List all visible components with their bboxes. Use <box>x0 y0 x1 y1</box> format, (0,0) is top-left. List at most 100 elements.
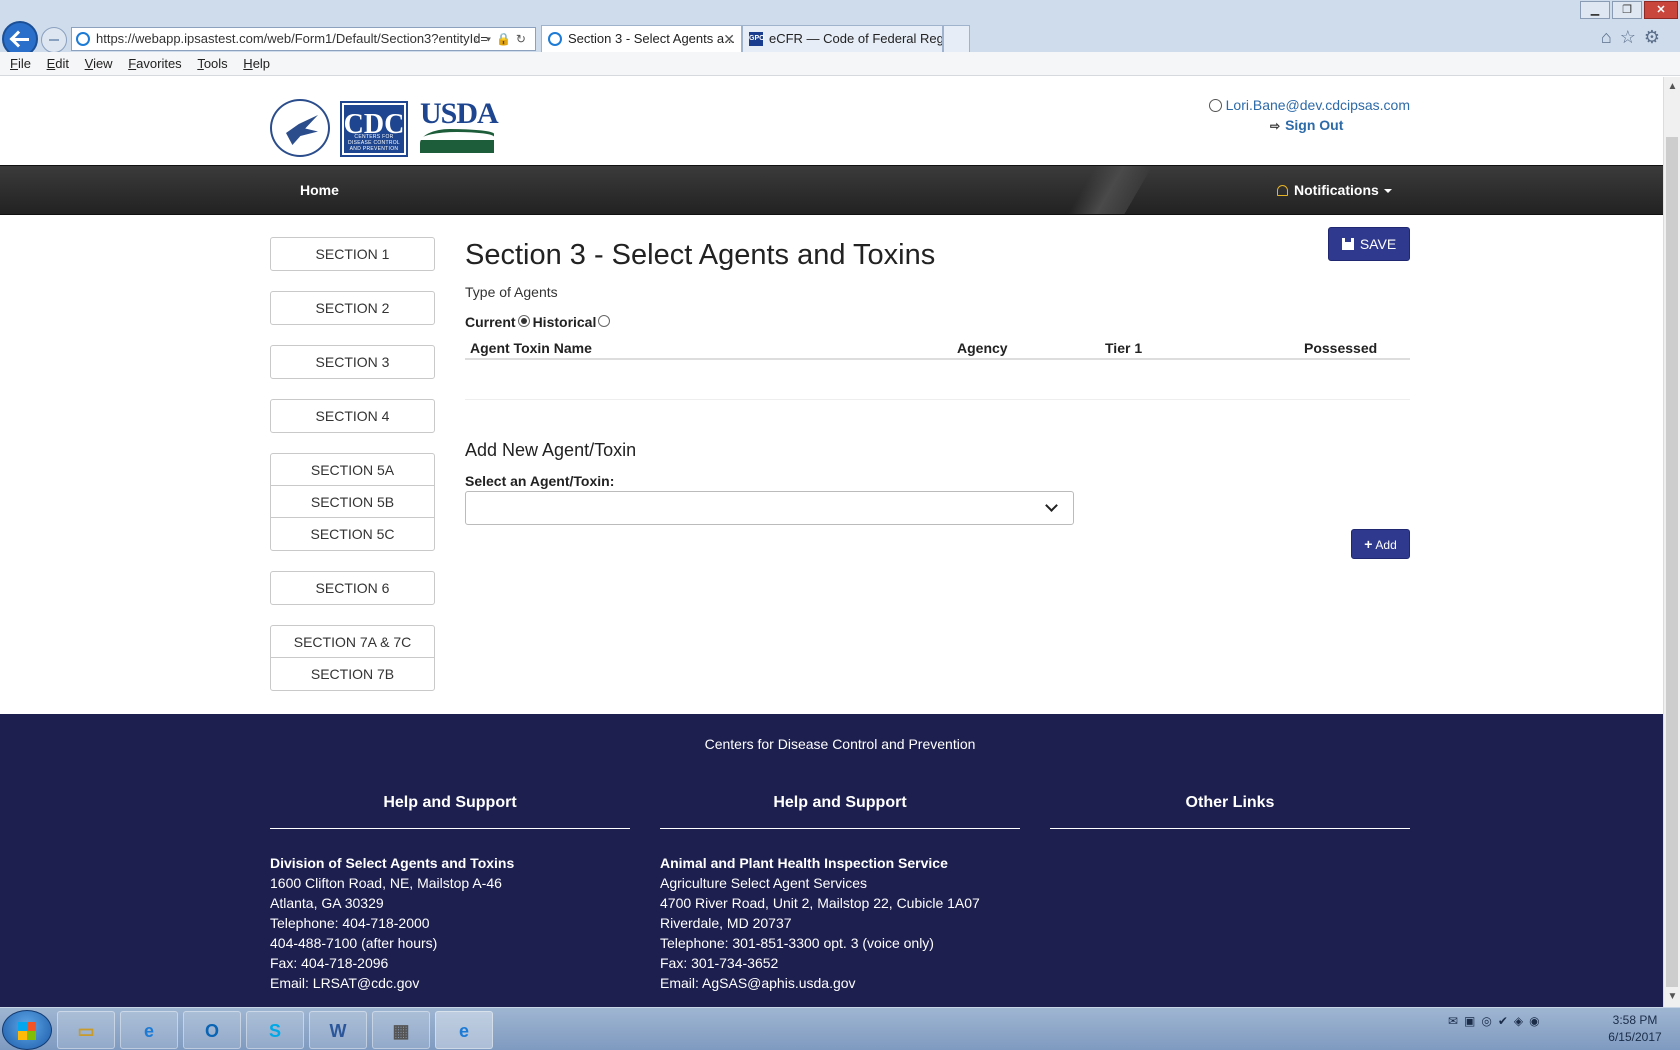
address-search-icon[interactable]: ⌕▾🔒↻ <box>474 28 531 50</box>
tab-section-3[interactable]: Section 3 - Select Agents a... ✕ <box>541 25 742 52</box>
col-agent-toxin-name[interactable]: Agent Toxin Name <box>470 340 592 356</box>
menu-bar: File Edit View Favorites Tools Help <box>0 52 1680 76</box>
close-window-button[interactable]: ✕ <box>1644 1 1678 19</box>
sign-out-link[interactable]: ⇨ Sign Out <box>1270 117 1343 133</box>
ie-tab-icon <box>548 32 562 46</box>
footer-email-link[interactable]: Email: AgSAS@aphis.usda.gov <box>660 973 1020 993</box>
skype-taskbar-icon[interactable]: S <box>246 1011 304 1049</box>
page-viewport: CDC CENTERS FOR DISEASE CONTROL AND PREV… <box>0 77 1663 1007</box>
section-sidebar: SECTION 1 SECTION 2 SECTION 3 SECTION 4 … <box>270 237 435 711</box>
add-agent-button[interactable]: + Add <box>1351 529 1410 559</box>
section-7a-7c-button[interactable]: SECTION 7A & 7C <box>271 626 434 658</box>
scrollbar-thumb[interactable] <box>1666 137 1678 987</box>
select-agent-label: Select an Agent/Toxin: <box>465 473 615 489</box>
explorer-taskbar-icon[interactable]: ▭ <box>57 1011 115 1049</box>
section-4-button[interactable]: SECTION 4 <box>271 400 434 432</box>
section-7b-button[interactable]: SECTION 7B <box>271 658 434 690</box>
agents-table-header: Agent Toxin Name Agency Tier 1 Possessed <box>465 332 1410 360</box>
radio-historical[interactable] <box>598 315 611 327</box>
agent-toxin-select[interactable] <box>465 491 1074 525</box>
start-button[interactable] <box>2 1010 52 1050</box>
main-navbar: Home Notifications <box>0 165 1663 215</box>
section-1-button[interactable]: SECTION 1 <box>271 238 434 270</box>
user-email: Lori.Bane@dev.cdcipsas.com <box>1225 97 1410 113</box>
footer-heading: Other Links <box>1050 794 1410 829</box>
col-possessed[interactable]: Possessed <box>1304 340 1377 356</box>
menu-edit[interactable]: Edit <box>47 52 69 76</box>
section-2-button[interactable]: SECTION 2 <box>271 292 434 324</box>
tab-label: Section 3 - Select Agents a... <box>568 31 735 46</box>
footer-line: Telephone: 404-718-2000 <box>270 915 430 931</box>
scroll-down-icon[interactable]: ▼ <box>1664 987 1680 1007</box>
close-tab-icon[interactable]: ✕ <box>723 26 735 52</box>
footer-line: Riverdale, MD 20737 <box>660 915 792 931</box>
footer-line: 1600 Clifton Road, NE, Mailstop A-46 <box>270 875 502 891</box>
minimize-button[interactable]: ▁ <box>1580 1 1610 19</box>
add-label: Add <box>1375 538 1397 552</box>
section-group: SECTION 5A SECTION 5B SECTION 5C <box>270 453 435 551</box>
usda-field-graphic <box>420 129 494 153</box>
ie-page-icon <box>76 32 90 46</box>
user-account-link[interactable]: Lori.Bane@dev.cdcipsas.com <box>1208 97 1410 113</box>
agent-type-radio-group: Current Historical <box>465 314 613 330</box>
footer-line: 4700 River Road, Unit 2, Mailstop 22, Cu… <box>660 895 980 911</box>
radio-current[interactable] <box>517 315 530 327</box>
col-agency[interactable]: Agency <box>957 340 1008 356</box>
forward-arrow-icon[interactable] <box>41 27 67 53</box>
section-5a-button[interactable]: SECTION 5A <box>271 454 434 486</box>
tab-ecfr[interactable]: GPO eCFR — Code of Federal Regul... <box>742 25 943 52</box>
ie-active-taskbar-icon[interactable]: e <box>435 1011 493 1049</box>
ie-taskbar-icon[interactable]: e <box>120 1011 178 1049</box>
section-6-button[interactable]: SECTION 6 <box>271 572 434 604</box>
footer-column-cdc: Help and Support Division of Select Agen… <box>270 794 630 993</box>
tab-label: eCFR — Code of Federal Regul... <box>769 31 942 46</box>
add-agent-heading: Add New Agent/Toxin <box>465 440 637 460</box>
menu-file[interactable]: File <box>10 52 31 76</box>
taskbar-clock[interactable]: 3:58 PM 6/15/2017 <box>1600 1012 1670 1046</box>
section-group: SECTION 2 <box>270 291 435 325</box>
menu-help[interactable]: Help <box>243 52 270 76</box>
clock-date: 6/15/2017 <box>1608 1030 1662 1044</box>
footer-column-other-links: Other Links <box>1050 794 1410 829</box>
notifications-label: Notifications <box>1294 182 1379 198</box>
footer-line: Fax: 301-734-3652 <box>660 955 779 971</box>
hhs-eagle-logo <box>270 99 330 157</box>
sign-out-label: Sign Out <box>1285 117 1344 133</box>
scroll-up-icon[interactable]: ▲ <box>1664 77 1680 97</box>
chevron-down-icon <box>1045 499 1058 512</box>
menu-tools[interactable]: Tools <box>197 52 227 76</box>
footer-email-link[interactable]: Email: LRSAT@cdc.gov <box>270 973 630 993</box>
page-title: Section 3 - Select Agents and Toxins <box>465 239 936 271</box>
cdc-logo-subtext: CENTERS FOR DISEASE CONTROL AND PREVENTI… <box>347 134 400 152</box>
section-3-button[interactable]: SECTION 3 <box>271 346 434 378</box>
notifications-dropdown[interactable]: Notifications <box>1277 182 1392 198</box>
save-disk-icon <box>1341 238 1354 250</box>
menu-view[interactable]: View <box>85 52 113 76</box>
calculator-taskbar-icon[interactable]: ▦ <box>372 1011 430 1049</box>
footer-line: Animal and Plant Health Inspection Servi… <box>660 855 948 871</box>
home-star-gear-icons[interactable]: ⌂☆⚙ <box>1601 27 1668 48</box>
footer-org-name: Centers for Disease Control and Preventi… <box>704 736 976 752</box>
nav-home[interactable]: Home <box>300 182 339 198</box>
system-tray-icons[interactable]: ✉▣◎✔◈◉ <box>1448 1014 1546 1028</box>
menu-favorites[interactable]: Favorites <box>128 52 181 76</box>
outlook-taskbar-icon[interactable]: O <box>183 1011 241 1049</box>
caret-down-icon <box>1383 189 1392 193</box>
footer-line: Fax: 404-718-2096 <box>270 955 389 971</box>
footer-column-aphis: Help and Support Animal and Plant Health… <box>660 794 1020 993</box>
page-scrollbar[interactable]: ▲ ▼ <box>1663 77 1680 1007</box>
section-group: SECTION 1 <box>270 237 435 271</box>
new-tab-button[interactable] <box>943 25 970 52</box>
address-bar[interactable]: https://webapp.ipsastest.com/web/Form1/D… <box>71 27 536 51</box>
sign-out-icon: ⇨ <box>1270 119 1281 133</box>
word-taskbar-icon[interactable]: W <box>309 1011 367 1049</box>
section-5b-button[interactable]: SECTION 5B <box>271 486 434 518</box>
restore-button[interactable]: ❐ <box>1612 1 1642 19</box>
usda-logo-text: USDA <box>420 97 499 130</box>
footer-heading: Help and Support <box>660 794 1020 829</box>
save-button[interactable]: SAVE <box>1328 227 1410 261</box>
user-circle-icon <box>1208 99 1222 112</box>
footer-line: Telephone: 301-851-3300 opt. 3 (voice on… <box>660 935 934 951</box>
col-tier-1[interactable]: Tier 1 <box>1105 340 1142 356</box>
section-5c-button[interactable]: SECTION 5C <box>271 518 434 550</box>
